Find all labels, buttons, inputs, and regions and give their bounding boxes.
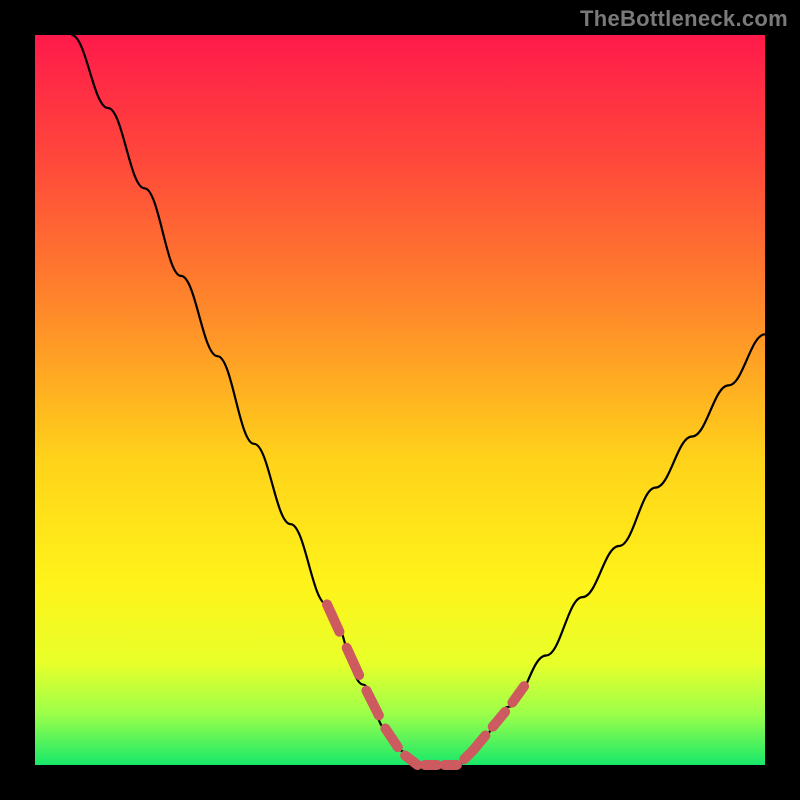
chart-container: TheBottleneck.com xyxy=(0,0,800,800)
bottleneck-curve xyxy=(72,35,766,765)
highlight-dash xyxy=(405,756,417,765)
highlight-dash xyxy=(327,604,339,631)
highlight-dash xyxy=(493,712,505,727)
highlight-dash xyxy=(347,648,359,675)
highlight-dashes xyxy=(327,604,524,765)
highlight-dash xyxy=(366,691,378,716)
highlight-dash xyxy=(385,729,397,748)
plot-area xyxy=(35,35,765,765)
bottleneck-curve-svg xyxy=(35,35,765,765)
highlight-dash xyxy=(473,736,485,751)
watermark-text: TheBottleneck.com xyxy=(580,6,788,32)
highlight-dash xyxy=(512,686,524,702)
